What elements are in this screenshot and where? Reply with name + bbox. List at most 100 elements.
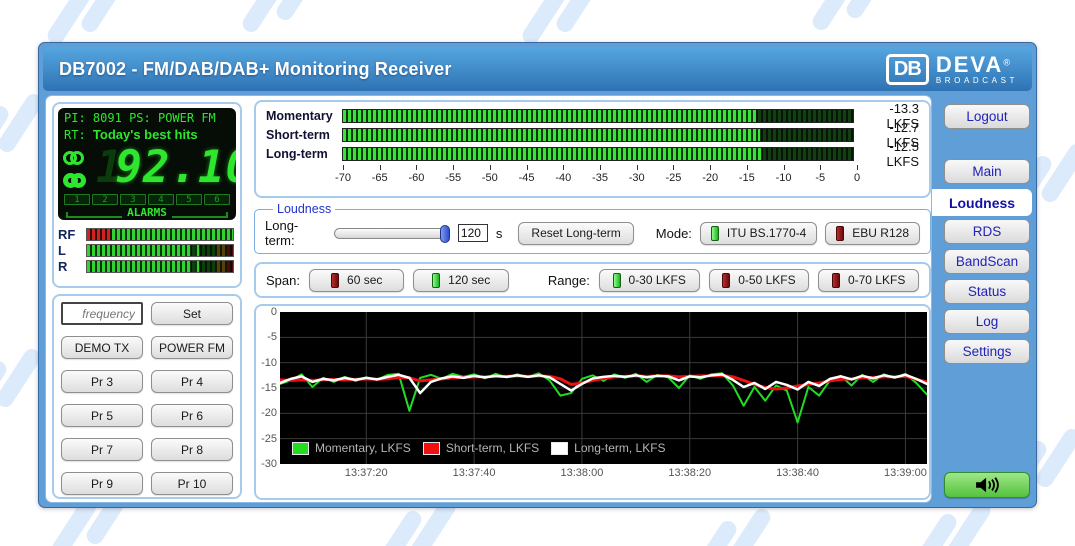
- frequency-input[interactable]: [61, 302, 143, 325]
- rt-label: RT:: [64, 128, 86, 142]
- preset-button-9[interactable]: Pr 9: [61, 472, 143, 495]
- mode-ebu-led-icon: [836, 226, 844, 241]
- sidebar-item-status[interactable]: Status: [944, 279, 1030, 304]
- y-axis-tick-label: -30: [261, 458, 277, 470]
- db-logo-icon: DB: [886, 54, 929, 85]
- sidebar-item-loudness[interactable]: Loudness: [932, 189, 1032, 216]
- alarm-indicator: 4: [148, 194, 174, 205]
- x-axis-tick-label: 13:37:40: [453, 467, 496, 479]
- rf-level-meter: [86, 228, 234, 241]
- preset-button-10[interactable]: Pr 10: [151, 472, 233, 495]
- long-term-meter-label: Long-term: [256, 147, 342, 161]
- preset-button-6[interactable]: Pr 6: [151, 404, 233, 427]
- seconds-unit-label: s: [496, 226, 503, 241]
- right-audio-meter-label: R: [58, 259, 86, 274]
- watermark-logo: [250, 0, 346, 44]
- scale-tick: [784, 165, 785, 170]
- mode-itu-led-icon: [711, 226, 719, 241]
- range-0-30-button[interactable]: 0-30 LKFS: [599, 269, 700, 292]
- logo-registered-mark: ®: [1003, 58, 1010, 68]
- span-60sec-button[interactable]: 60 sec: [309, 269, 404, 292]
- ps-label: PS:: [129, 111, 151, 125]
- chart-x-axis-labels: 13:37:2013:37:4013:38:0013:38:2013:38:40…: [280, 467, 927, 483]
- legend-label: Long-term, LKFS: [574, 441, 665, 455]
- range-0-70-led-icon: [832, 273, 840, 288]
- scale-tick: [527, 165, 528, 170]
- preset-button-demo-tx[interactable]: DEMO TX: [61, 336, 143, 359]
- alarm-indicator: 6: [204, 194, 230, 205]
- long-term-meter-bar: [342, 147, 854, 161]
- legend-item: Long-term, LKFS: [551, 441, 665, 455]
- scale-tick-label: -70: [335, 172, 351, 184]
- scale-tick: [416, 165, 417, 170]
- mode-itu-bs1770-button[interactable]: ITU BS.1770-4: [700, 222, 817, 245]
- scale-tick: [857, 165, 858, 170]
- legend-swatch-icon: [292, 442, 309, 455]
- meter-scale: -70-65-60-55-50-45-40-35-30-25-20-15-10-…: [343, 165, 857, 195]
- content-panel: PI: 8091 PS: POWER FM RT: Today's best h…: [45, 95, 932, 503]
- reset-long-term-button[interactable]: Reset Long-term: [518, 222, 633, 245]
- audio-listen-button[interactable]: [944, 472, 1030, 498]
- y-axis-tick-label: -15: [261, 382, 277, 394]
- slider-thumb[interactable]: [440, 225, 450, 243]
- x-axis-tick-label: 13:38:20: [668, 467, 711, 479]
- long-term-label: Long-term:: [265, 218, 326, 248]
- loudness-fieldset: Loudness Long-term: s Reset Long-term Mo…: [254, 202, 931, 254]
- preset-button-5[interactable]: Pr 5: [61, 404, 143, 427]
- range-0-50-button[interactable]: 0-50 LKFS: [709, 269, 810, 292]
- scale-tick: [380, 165, 381, 170]
- loudness-chart-panel: 0-5-10-15-20-25-30 Momentary, LKFSShort-…: [254, 304, 931, 500]
- scale-tick: [673, 165, 674, 170]
- rds-icon: [63, 173, 97, 192]
- frequency-value: 92.10: [116, 142, 237, 193]
- logout-button[interactable]: Logout: [944, 104, 1030, 129]
- watermark-logo: [820, 0, 916, 42]
- span-120sec-led-icon: [432, 273, 440, 288]
- alarm-indicator: 2: [92, 194, 118, 205]
- mode-ebu-r128-button[interactable]: EBU R128: [825, 222, 920, 245]
- preset-button-power-fm[interactable]: POWER FM: [151, 336, 233, 359]
- range-0-70-button[interactable]: 0-70 LKFS: [818, 269, 919, 292]
- alarms-label: ALARMS: [122, 207, 172, 218]
- scale-tick-label: -65: [372, 172, 388, 184]
- legend-label: Momentary, LKFS: [315, 441, 411, 455]
- span-range-panel: Span: 60 sec 120 sec Range: 0-30 LKFS 0-…: [254, 262, 931, 298]
- deva-logo: DB DEVA® BROADCAST: [886, 54, 1018, 85]
- rf-meter-label: RF: [58, 227, 86, 242]
- legend-item: Momentary, LKFS: [292, 441, 411, 455]
- preset-button-4[interactable]: Pr 4: [151, 370, 233, 393]
- left-audio-meter-label: L: [58, 243, 86, 258]
- sidebar-item-rds[interactable]: RDS: [944, 219, 1030, 244]
- preset-button-8[interactable]: Pr 8: [151, 438, 233, 461]
- mode-label: Mode:: [656, 226, 692, 241]
- span-120sec-button[interactable]: 120 sec: [413, 269, 508, 292]
- range-0-30-led-icon: [613, 273, 621, 288]
- scale-tick-label: -60: [408, 172, 424, 184]
- scale-tick-label: -45: [519, 172, 535, 184]
- range-label: Range:: [548, 273, 590, 288]
- logo-subtitle: BROADCAST: [936, 77, 1018, 85]
- legend-swatch-icon: [551, 442, 568, 455]
- scale-tick: [820, 165, 821, 170]
- preset-button-7[interactable]: Pr 7: [61, 438, 143, 461]
- logo-name: DEVA: [936, 52, 1004, 77]
- scale-tick-label: 0: [854, 172, 860, 184]
- set-button[interactable]: Set: [151, 302, 233, 325]
- sidebar-item-main[interactable]: Main: [944, 159, 1030, 184]
- sidebar-item-settings[interactable]: Settings: [944, 339, 1030, 364]
- long-term-seconds-input[interactable]: [458, 224, 488, 242]
- span-label: Span:: [266, 273, 300, 288]
- scale-tick: [747, 165, 748, 170]
- x-axis-tick-label: 13:38:00: [561, 467, 604, 479]
- page-title: DB7002 - FM/DAB/DAB+ Monitoring Receiver: [43, 59, 452, 80]
- left-audio-level-meter: [86, 244, 234, 257]
- long-term-slider[interactable]: [334, 228, 449, 239]
- sidebar-item-bandscan[interactable]: BandScan: [944, 249, 1030, 274]
- scale-tick-label: -25: [665, 172, 681, 184]
- receiver-display-panel: PI: 8091 PS: POWER FM RT: Today's best h…: [52, 102, 242, 288]
- sidebar-item-log[interactable]: Log: [944, 309, 1030, 334]
- preset-button-3[interactable]: Pr 3: [61, 370, 143, 393]
- y-axis-tick-label: -10: [261, 357, 277, 369]
- pi-label: PI:: [64, 111, 86, 125]
- scale-tick-label: -40: [555, 172, 571, 184]
